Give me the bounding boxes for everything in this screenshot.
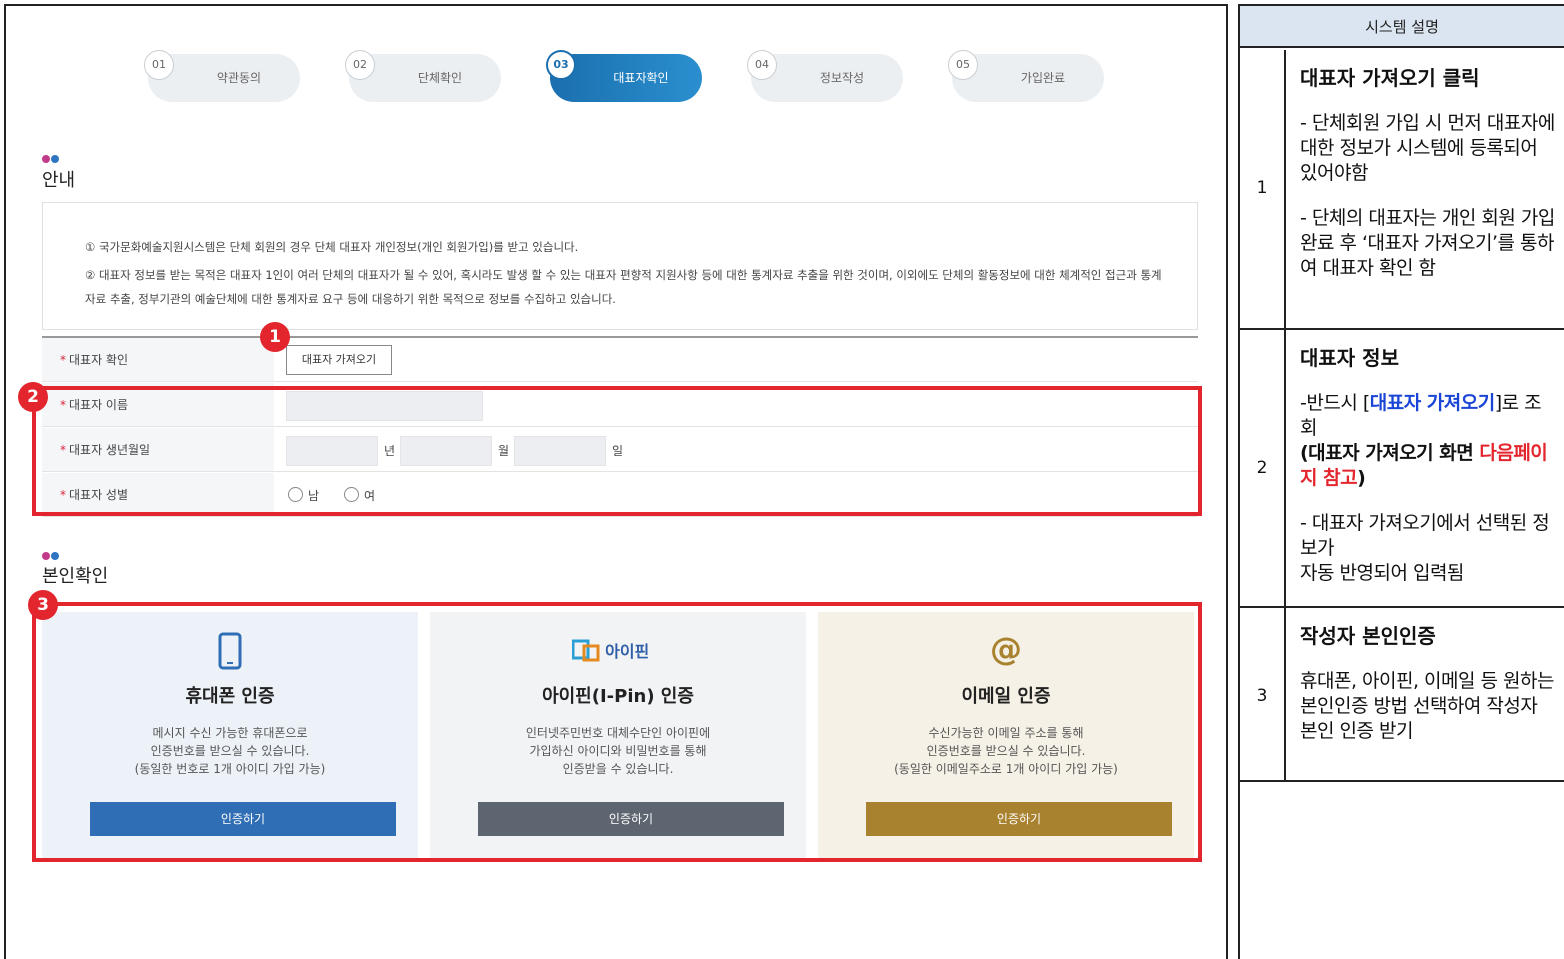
side-panel-header: 시스템 설명: [1240, 6, 1564, 48]
row-paragraph-1: -반드시 [대표자 가져오기]로 조회 (대표자 가져오기 화면 다음페이지 참고…: [1300, 392, 1548, 489]
row-paragraph-1: - 단체회원 가입 시 먼저 대표자에 대한 정보가 시스템에 등록되어 있어야…: [1300, 112, 1555, 184]
row-paragraph-2: - 단체의 대표자는 개인 회원 가입 완료 후 ‘대표자 가져오기’를 통하여…: [1300, 207, 1555, 279]
description-row-1: 1 대표자 가져오기 클릭 - 단체회원 가입 시 먼저 대표자에 대한 정보가…: [1240, 50, 1564, 330]
step-label: 약관동의: [216, 71, 262, 85]
system-description-panel: 시스템 설명 1 대표자 가져오기 클릭 - 단체회원 가입 시 먼저 대표자에…: [1238, 4, 1564, 959]
form-label: * 대표자 확인: [42, 338, 274, 381]
fetch-link-text: 대표자 가져오기: [1369, 392, 1495, 414]
step-complete: 05 가입완료: [948, 50, 1104, 102]
row-number-cell: 3: [1240, 608, 1286, 780]
row-number: 2: [1256, 458, 1268, 478]
row-content: 대표자 정보 -반드시 [대표자 가져오기]로 조회 (대표자 가져오기 화면 다…: [1300, 342, 1556, 586]
step-group-confirm: 02 단체확인: [345, 50, 501, 102]
step-info-entry: 04 정보작성: [747, 50, 903, 102]
annotation-box-3: [32, 602, 1202, 862]
description-row-2: 2 대표자 정보 -반드시 [대표자 가져오기]로 조회 (대표자 가져오기 화면…: [1240, 330, 1564, 608]
row-number: 1: [1256, 178, 1268, 198]
guide-line-2: ② 대표자 정보를 받는 목적은 대표자 1인이 여러 단체의 대표자가 될 수…: [85, 268, 1162, 306]
row-heading: 대표자 가져오기 클릭: [1300, 66, 1480, 90]
guide-box: ① 국가문화예술지원시스템은 단체 회원의 경우 단체 대표자 개인정보(개인 …: [42, 202, 1198, 330]
description-row-3: 3 작성자 본인인증 휴대폰, 아이핀, 이메일 등 원하는 본인인증 방법 선…: [1240, 608, 1564, 782]
section-dots-icon: [42, 545, 66, 560]
annotation-marker-3: 3: [28, 590, 58, 620]
step-representative-confirm: 03 대표자확인: [546, 50, 702, 102]
step-label: 정보작성: [819, 71, 865, 85]
row-heading: 대표자 정보: [1300, 346, 1399, 370]
step-number: 05: [948, 50, 978, 80]
step-label: 단체확인: [417, 71, 463, 85]
section-dots-icon: [42, 148, 66, 163]
step-number: 02: [345, 50, 375, 80]
main-panel: 01 약관동의 02 단체확인 03 대표자확인 04 정보작성 05 가입완료…: [4, 4, 1228, 959]
guide-line-1: ① 국가문화예술지원시스템은 단체 회원의 경우 단체 대표자 개인정보(개인 …: [85, 240, 579, 254]
step-number: 03: [546, 50, 576, 80]
identity-section-title: 본인확인: [42, 566, 109, 587]
guide-section-title: 안내: [42, 170, 76, 191]
step-label: 가입완료: [1020, 71, 1066, 85]
row-number-cell: 2: [1240, 330, 1286, 606]
step-number: 04: [747, 50, 777, 80]
row-content: 작성자 본인인증 휴대폰, 아이핀, 이메일 등 원하는 본인인증 방법 선택하…: [1300, 620, 1556, 744]
representative-confirm-row: * 대표자 확인 대표자 가져오기: [42, 338, 1198, 382]
row-paragraph-1: 휴대폰, 아이핀, 이메일 등 원하는 본인인증 방법 선택하여 작성자 본인 …: [1300, 670, 1554, 742]
row-heading: 작성자 본인인증: [1300, 624, 1436, 648]
annotation-box-2: [32, 386, 1202, 516]
step-terms: 01 약관동의: [144, 50, 300, 102]
row-number: 3: [1256, 686, 1268, 706]
step-number: 01: [144, 50, 174, 80]
row-number-cell: 1: [1240, 50, 1286, 328]
fetch-representative-button[interactable]: 대표자 가져오기: [286, 345, 392, 375]
annotation-marker-1: 1: [260, 322, 290, 352]
row-paragraph-2: - 대표자 가져오기에서 선택된 정보가 자동 반영되어 입력됨: [1300, 512, 1550, 584]
annotation-marker-2: 2: [18, 382, 48, 412]
row-content: 대표자 가져오기 클릭 - 단체회원 가입 시 먼저 대표자에 대한 정보가 시…: [1300, 62, 1556, 281]
step-label: 대표자확인: [613, 71, 669, 85]
